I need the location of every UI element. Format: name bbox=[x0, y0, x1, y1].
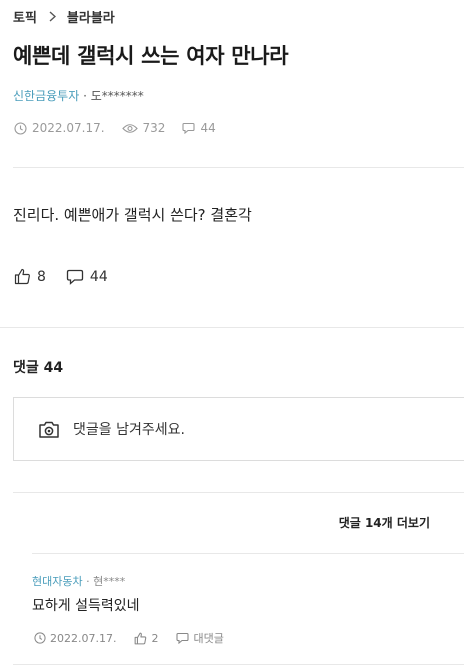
chevron-right-icon bbox=[49, 11, 56, 22]
post-views: 732 bbox=[121, 121, 166, 135]
post-meta: 2022.07.17. 732 44 bbox=[14, 121, 233, 135]
author-company[interactable]: 신한금융투자 bbox=[13, 89, 79, 103]
post-date: 2022.07.17. bbox=[14, 121, 105, 135]
post-reactions: 8 44 bbox=[14, 268, 128, 285]
post-title: 예쁜데 갤럭시 쓰는 여자 만나라 bbox=[13, 44, 289, 68]
reply-label: 대댓글 bbox=[193, 632, 224, 645]
comment-list-divider bbox=[32, 553, 464, 554]
reply-button[interactable]: 대댓글 bbox=[176, 630, 224, 646]
comment-icon bbox=[66, 269, 84, 285]
breadcrumb: 토픽 블라블라 bbox=[13, 7, 115, 26]
comment-icon bbox=[182, 122, 195, 134]
comment-author-separator: · bbox=[86, 575, 90, 588]
like-count: 8 bbox=[37, 268, 46, 285]
header-divider bbox=[13, 167, 464, 168]
comment-action-count: 44 bbox=[89, 268, 108, 285]
comment-input[interactable]: 댓글을 남겨주세요. bbox=[13, 397, 464, 461]
more-comments-link[interactable]: 댓글 14개 더보기 bbox=[339, 514, 430, 531]
post-body: 진리다. 예쁜애가 갤럭시 쓴다? 결혼각 bbox=[13, 206, 252, 224]
breadcrumb-board[interactable]: 블라블라 bbox=[67, 7, 115, 26]
clock-icon bbox=[14, 121, 27, 135]
comment-author-company[interactable]: 현대자동차 bbox=[32, 575, 83, 588]
comment-icon bbox=[176, 632, 190, 644]
comment-like-button[interactable]: 2 bbox=[134, 632, 158, 645]
post-views-count: 732 bbox=[142, 121, 166, 135]
author-nickname: 도******* bbox=[90, 89, 144, 103]
clock-icon bbox=[34, 632, 46, 644]
post-comment-count: 44 bbox=[182, 121, 216, 135]
comment-author: 현대자동차 · 현**** bbox=[32, 573, 125, 589]
comment-input-placeholder: 댓글을 남겨주세요. bbox=[73, 422, 185, 438]
comment-meta: 2022.07.17. 2 대댓글 bbox=[34, 630, 242, 646]
eye-icon bbox=[121, 123, 138, 134]
comment-author-nickname: 현**** bbox=[93, 575, 126, 588]
comment-like-count: 2 bbox=[151, 631, 159, 645]
thumbs-up-icon bbox=[14, 268, 31, 285]
comment-text: 묘하게 설득력있네 bbox=[32, 598, 140, 614]
comment-button[interactable]: 44 bbox=[66, 269, 108, 285]
comment-date-text: 2022.07.17. bbox=[50, 631, 117, 645]
thumbs-up-icon bbox=[134, 632, 147, 645]
post-comments-count: 44 bbox=[200, 121, 216, 135]
author-separator: · bbox=[83, 89, 87, 103]
breadcrumb-topic[interactable]: 토픽 bbox=[13, 7, 37, 26]
like-button[interactable]: 8 bbox=[14, 268, 46, 285]
comments-divider bbox=[13, 492, 464, 493]
post-date-text: 2022.07.17. bbox=[32, 121, 105, 135]
comments-title: 댓글 44 bbox=[13, 360, 64, 376]
body-divider bbox=[0, 327, 464, 328]
bottom-divider bbox=[13, 664, 464, 665]
comment-date: 2022.07.17. bbox=[34, 632, 116, 645]
camera-icon[interactable] bbox=[38, 420, 60, 439]
post-author: 신한금융투자 · 도******* bbox=[13, 87, 144, 104]
